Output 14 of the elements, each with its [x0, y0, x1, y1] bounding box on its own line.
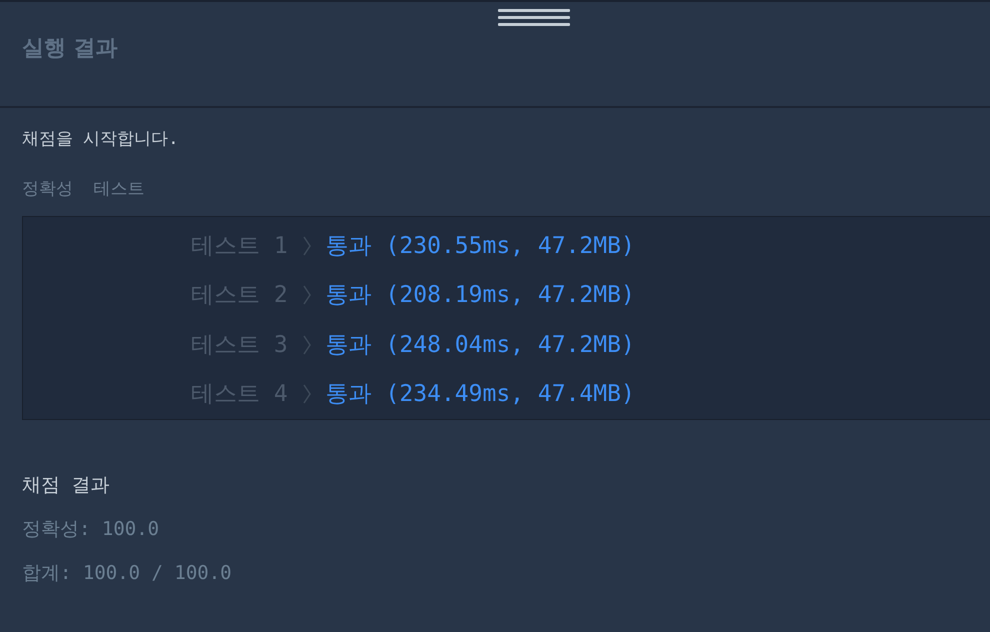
summary-title: 채점 결과 [22, 473, 110, 498]
test-result: 통과 (234.49ms, 47.4MB) [326, 380, 635, 409]
score-line: 정확성: 100.0 [22, 517, 160, 542]
panel-title: 실행 결과 [22, 35, 119, 63]
chevron-right-icon [302, 334, 312, 356]
section-heading: 정확성 테스트 [22, 178, 146, 201]
test-result: 통과 (248.04ms, 47.2MB) [326, 330, 635, 360]
chevron-right-icon [302, 234, 312, 257]
test-result: 통과 (208.19ms, 47.2MB) [326, 281, 635, 310]
chevron-right-icon [302, 284, 312, 306]
status-message: 채점을 시작합니다. [22, 128, 180, 151]
test-result: 통과 (230.55ms, 47.2MB) [326, 232, 635, 260]
score-line: 합계: 100.0 / 100.0 [22, 561, 233, 586]
chevron-right-icon [302, 383, 312, 406]
